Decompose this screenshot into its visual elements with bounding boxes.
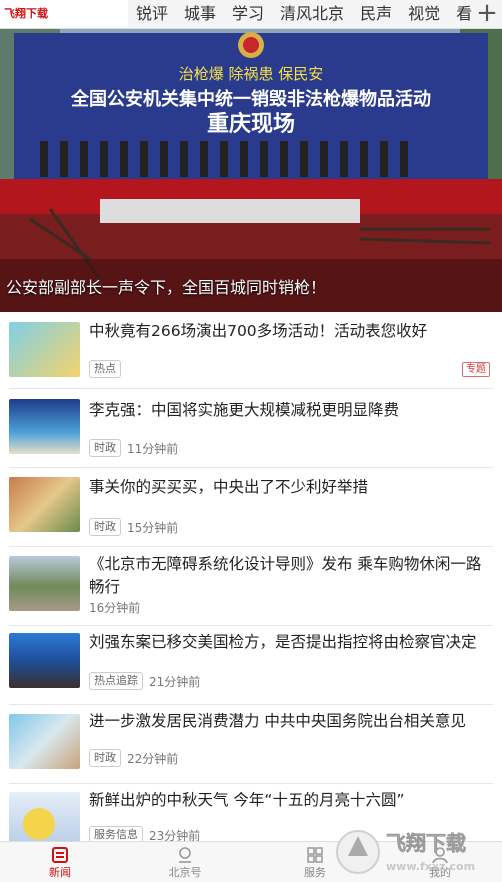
top-nav: 飞翔下载 WWW.FXXZ.COM 锐评 城事 学习 清风北京 民声 视觉 看(… bbox=[0, 0, 502, 29]
bottom-tab-news[interactable]: 新闻 bbox=[0, 842, 120, 882]
news-item[interactable]: 刘强东案已移交美国检方，是否提出指控将由检察官决定 热点追踪 21分钟前 bbox=[0, 626, 502, 704]
news-title: 事关你的买买买，中央出了不少利好举措 bbox=[89, 478, 369, 496]
channel-tabs: 锐评 城事 学习 清风北京 民声 视觉 看( bbox=[128, 0, 486, 28]
news-thumbnail bbox=[9, 556, 80, 611]
news-tag: 热点追踪 bbox=[89, 672, 143, 690]
news-title: 进一步激发居民消费潜力 中共中央国务院出台相关意见 bbox=[89, 712, 466, 730]
banner-line2: 全国公安机关集中统一销毁非法枪爆物品活动 bbox=[70, 88, 431, 110]
news-tag: 时政 bbox=[89, 518, 121, 536]
news-thumbnail bbox=[9, 477, 80, 532]
hero-photo: 治枪爆 除祸患 保民安 全国公安机关集中统一销毁非法枪爆物品活动 重庆现场 bbox=[0, 29, 502, 312]
watermark-url: www.fxxz.com bbox=[386, 860, 475, 873]
sun-icon bbox=[23, 808, 55, 840]
banner-line1: 治枪爆 除祸患 保民安 bbox=[179, 65, 324, 83]
news-meta: 时政 11分钟前 bbox=[89, 439, 178, 457]
news-time: 16分钟前 bbox=[89, 601, 141, 615]
news-time: 21分钟前 bbox=[149, 674, 201, 689]
news-item[interactable]: 《北京市无障碍系统化设计导则》发布 乘车购物休闲一路畅行 16分钟前 bbox=[0, 547, 502, 625]
news-item[interactable]: 进一步激发居民消费潜力 中共中央国务院出台相关意见 时政 22分钟前 bbox=[0, 705, 502, 783]
add-channel-icon[interactable]: + bbox=[472, 0, 502, 28]
tab-shijue[interactable]: 视觉 bbox=[400, 0, 448, 28]
news-time: 15分钟前 bbox=[127, 520, 179, 535]
tab-qingfeng[interactable]: 清风北京 bbox=[272, 0, 352, 28]
bottom-tab-label: 新闻 bbox=[49, 866, 71, 879]
news-title: 刘强东案已移交美国检方，是否提出指控将由检察官决定 bbox=[89, 633, 477, 651]
news-item[interactable]: 李克强：中国将实施更大规模减税更明显降费 时政 11分钟前 bbox=[0, 389, 502, 467]
news-thumbnail bbox=[9, 714, 80, 769]
bottom-tab-label: 北京号 bbox=[168, 866, 202, 879]
news-tag: 时政 bbox=[89, 439, 121, 457]
hero-banner[interactable]: 治枪爆 除祸患 保民安 全国公安机关集中统一销毁非法枪爆物品活动 重庆现场 公安… bbox=[0, 29, 502, 312]
watermark-logo: 飞翔下载 www.fxxz.com bbox=[336, 830, 475, 874]
news-icon bbox=[52, 847, 68, 863]
bottom-tab-label: 服务 bbox=[304, 866, 326, 879]
news-thumbnail bbox=[9, 633, 80, 688]
news-tag: 热点 bbox=[89, 360, 121, 378]
grid-icon bbox=[307, 847, 323, 863]
special-badge: 专题 bbox=[462, 362, 490, 377]
tab-minsheng[interactable]: 民声 bbox=[352, 0, 400, 28]
news-thumbnail bbox=[9, 322, 80, 377]
news-meta: 16分钟前 bbox=[89, 599, 140, 616]
location-icon bbox=[179, 847, 191, 863]
hero-caption: 公安部副部长一声令下，全国百城同时销枪！ bbox=[6, 278, 327, 297]
news-time: 22分钟前 bbox=[127, 751, 179, 766]
banner-line3: 重庆现场 bbox=[207, 111, 295, 137]
tab-xuexi[interactable]: 学习 bbox=[224, 0, 272, 28]
tab-ruiping[interactable]: 锐评 bbox=[128, 0, 176, 28]
bottom-tab-beijinghao[interactable]: 北京号 bbox=[125, 842, 245, 882]
news-time: 11分钟前 bbox=[127, 441, 179, 456]
news-meta: 时政 15分钟前 bbox=[89, 518, 178, 536]
news-title: 李克强：中国将实施更大规模减税更明显降费 bbox=[89, 401, 400, 419]
watermark-top: 飞翔下载 WWW.FXXZ.COM bbox=[0, 0, 128, 28]
news-thumbnail bbox=[9, 792, 80, 847]
news-title: 中秋竟有266场演出700多场活动！活动表您收好 bbox=[89, 322, 428, 340]
news-meta: 热点追踪 21分钟前 bbox=[89, 672, 200, 690]
news-meta: 时政 22分钟前 bbox=[89, 749, 178, 767]
news-item[interactable]: 事关你的买买买，中央出了不少利好举措 时政 15分钟前 bbox=[0, 468, 502, 546]
news-title: 新鲜出炉的中秋天气 今年“十五的月亮十六圆” bbox=[89, 791, 405, 809]
watermark-brand: 飞翔下载 bbox=[386, 831, 466, 855]
news-title: 《北京市无障碍系统化设计导则》发布 乘车购物休闲一路畅行 bbox=[89, 555, 482, 596]
news-item[interactable]: 中秋竟有266场演出700多场活动！活动表您收好 热点 专题 bbox=[0, 312, 502, 388]
news-tag: 时政 bbox=[89, 749, 121, 767]
news-meta: 热点 bbox=[89, 360, 121, 378]
news-thumbnail bbox=[9, 399, 80, 454]
tab-chengshi[interactable]: 城事 bbox=[176, 0, 224, 28]
